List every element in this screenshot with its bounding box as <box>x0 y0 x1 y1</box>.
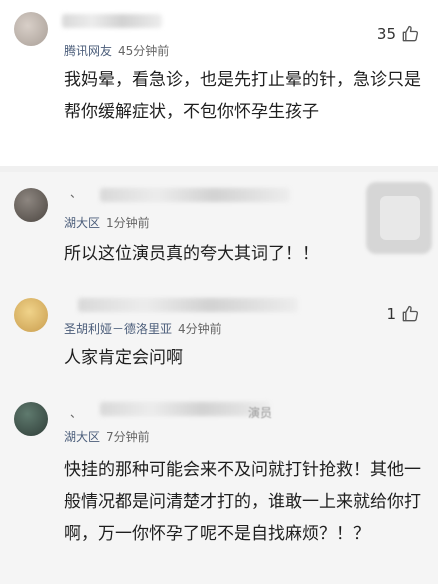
comment-text: 快挂的那种可能会来不及问就打针抢救！其他一般情况都是问清楚才打的，谁敢一上来就给… <box>64 460 421 544</box>
comment-meta: 腾讯网友 45分钟前 <box>64 42 169 59</box>
comment-item: 、 湖大区 1分钟前 所以这位演员真的夸大其词了！！ <box>0 172 438 284</box>
thumbs-up-icon <box>402 305 419 322</box>
like-button[interactable]: 35 <box>377 24 420 44</box>
comment-item: 、 演员 湖大区 7分钟前 快挂的那种可能会来不及问就打针抢救！其他一般情况都是问… <box>0 388 438 584</box>
comment-meta: 湖大区 1分钟前 <box>64 214 150 231</box>
location-label: 圣胡利娅－德洛里亚 <box>64 322 173 336</box>
comment-item: 腾讯网友 45分钟前 35 我妈晕，看急诊，也是先打止晕的针，急诊只是帮你缓解症状… <box>0 0 438 166</box>
avatar[interactable] <box>14 298 48 332</box>
like-count: 35 <box>376 25 396 43</box>
avatar[interactable] <box>14 402 48 436</box>
comment-text: 所以这位演员真的夸大其词了！！ <box>64 244 319 264</box>
username-prefix: 、 <box>70 186 83 200</box>
timestamp: 7分钟前 <box>106 430 150 444</box>
comment-item: 圣胡利娅－德洛里亚 4分钟前 1 人家肯定会问啊 <box>0 284 438 388</box>
username-prefix: 、 <box>70 406 83 420</box>
location-label: 湖大区 <box>64 430 101 444</box>
comment-text: 人家肯定会问啊 <box>64 348 183 368</box>
timestamp: 45分钟前 <box>118 44 170 58</box>
avatar[interactable] <box>14 12 48 46</box>
avatar[interactable] <box>14 188 48 222</box>
username-blurred[interactable] <box>100 188 290 202</box>
comment-meta: 圣胡利娅－德洛里亚 4分钟前 <box>64 320 222 337</box>
comment-text: 我妈晕，看急诊，也是先打止晕的针，急诊只是帮你缓解症状，不包你怀孕生孩子 <box>64 70 421 122</box>
like-count: 1 <box>386 305 396 323</box>
location-label: 湖大区 <box>64 216 101 230</box>
like-button[interactable]: 1 <box>386 304 420 324</box>
username-blurred[interactable] <box>78 298 298 312</box>
username-suffix: 演员 <box>248 406 273 420</box>
thumbs-up-icon <box>402 25 419 42</box>
username-blurred[interactable] <box>62 14 162 28</box>
timestamp: 1分钟前 <box>106 216 150 230</box>
timestamp: 4分钟前 <box>178 322 222 336</box>
location-label: 腾讯网友 <box>64 44 113 58</box>
username-blurred[interactable] <box>100 402 270 416</box>
blurred-thumbnail-inner <box>380 196 420 240</box>
comment-meta: 湖大区 7分钟前 <box>64 428 150 445</box>
